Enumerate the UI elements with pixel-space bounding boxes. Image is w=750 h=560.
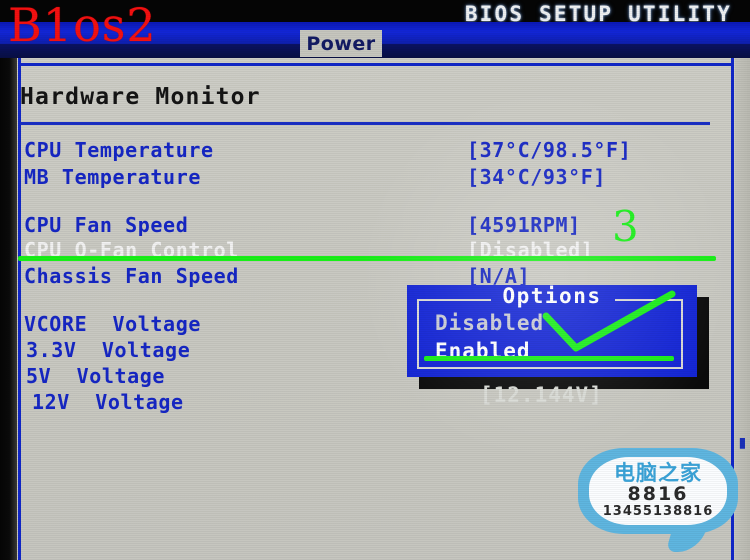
section-divider [20, 122, 710, 125]
row-value: [37°C/98.5°F] [467, 138, 632, 162]
bios-screen: BIOS SETUP UTILITY Power ▮▮▮ Hardware Mo… [0, 0, 750, 560]
watermark-number: 8816 [627, 483, 689, 506]
row-label: VCORE Voltage [24, 312, 201, 336]
monitor-bezel-left [0, 58, 17, 560]
row-cpu-temperature[interactable]: CPU Temperature [37°C/98.5°F] [0, 138, 750, 164]
panel-top-border [18, 63, 734, 66]
row-mb-temperature[interactable]: MB Temperature [34°C/93°F] [0, 165, 750, 191]
row-label: 12V Voltage [32, 390, 184, 414]
row-label: MB Temperature [24, 165, 201, 189]
row-label: 3.3V Voltage [26, 338, 191, 362]
row-value: [4591RPM] [467, 213, 581, 237]
row-label: CPU Fan Speed [24, 213, 189, 237]
panel-left-border [18, 58, 21, 560]
row-12v-voltage[interactable]: 12V Voltage [0, 390, 750, 416]
annotation-step-number: 3 [612, 202, 639, 251]
watermark-phone: 13455138816 [602, 504, 714, 520]
watermark-content: 电脑之家 8816 13455138816 [589, 457, 727, 525]
annotation-underline-q-fan [18, 256, 716, 261]
row-label: CPU Temperature [24, 138, 214, 162]
watermark: 电脑之家 8816 13455138816 [578, 448, 738, 552]
annotation-corner-label: B1os2 [8, 0, 157, 52]
option-item-disabled[interactable]: Disabled [435, 311, 544, 335]
annotation-check-icon [542, 290, 676, 352]
watermark-shop-name: 电脑之家 [614, 461, 702, 486]
row-value: [34°C/93°F] [467, 165, 607, 189]
tab-power-label: Power [306, 32, 376, 55]
help-panel-edge: ▮▮▮ [737, 432, 750, 453]
occluded-12v-value: [12.144V] [480, 383, 603, 407]
row-label: Chassis Fan Speed [24, 264, 239, 288]
tab-power[interactable]: Power [300, 30, 382, 57]
row-label: 5V Voltage [26, 364, 166, 388]
section-title: Hardware Monitor [20, 84, 261, 110]
